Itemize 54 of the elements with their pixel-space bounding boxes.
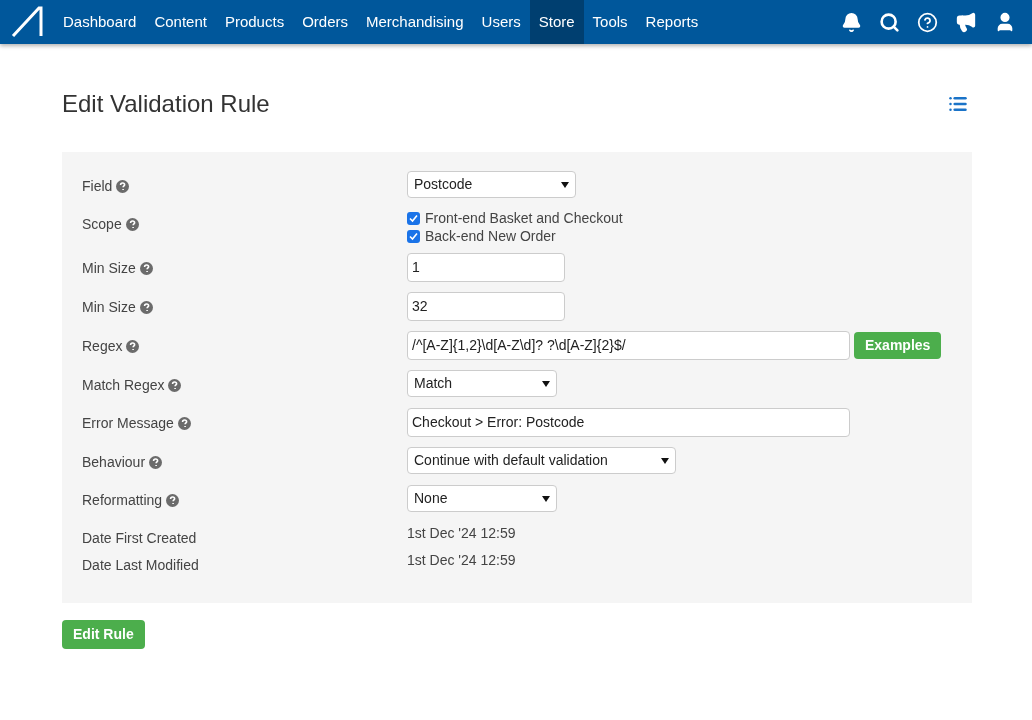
dropdown[interactable]: None: [407, 485, 557, 512]
input-field[interactable]: 32: [407, 292, 565, 321]
input-field[interactable]: 1: [407, 253, 565, 282]
nav-tab[interactable]: Store: [529, 0, 584, 44]
help-icon[interactable]: [168, 379, 182, 392]
list-icon[interactable]: [948, 94, 968, 114]
field-label: Error Message: [82, 414, 174, 433]
help-icon[interactable]: [139, 301, 153, 314]
nav-tab[interactable]: Content: [145, 0, 216, 44]
checkbox-label: Back-end New Order: [425, 227, 556, 245]
help-icon[interactable]: [126, 340, 140, 353]
megaphone-icon[interactable]: [955, 11, 977, 33]
caret-icon: [561, 181, 569, 188]
help-icon[interactable]: [166, 494, 180, 507]
help-icon[interactable]: [125, 218, 139, 231]
help-icon[interactable]: [149, 456, 163, 469]
date-value: 1st Dec '24 12:59: [407, 551, 516, 570]
field-label: Date First Created: [82, 529, 197, 548]
field-label: Min Size: [82, 259, 136, 278]
input-field[interactable]: /^[A-Z]{1,2}\d[A-Z\d]? ?\d[A-Z]{2}$/: [407, 331, 850, 360]
logo-icon[interactable]: [11, 6, 43, 38]
field-label: Regex: [82, 337, 123, 356]
caret-icon: [542, 380, 550, 387]
nav-tab[interactable]: Users: [472, 0, 530, 44]
nav-tab[interactable]: Dashboard: [54, 0, 146, 44]
nav-tab[interactable]: Tools: [583, 0, 637, 44]
nav-tab[interactable]: Merchandising: [357, 0, 473, 44]
dropdown[interactable]: Match: [407, 370, 557, 397]
caret-icon: [661, 457, 669, 464]
field-label: Behaviour: [82, 453, 146, 472]
field-label: Match Regex: [82, 376, 165, 395]
checkbox-label: Front-end Basket and Checkout: [425, 209, 623, 227]
dropdown[interactable]: Postcode: [407, 171, 576, 198]
input-field[interactable]: Checkout > Error: Postcode: [407, 408, 850, 437]
field-label: Reformatting: [82, 491, 163, 510]
nav-tab[interactable]: Reports: [636, 0, 708, 44]
checkbox[interactable]: [407, 211, 420, 225]
bell-icon[interactable]: [841, 11, 862, 33]
field-label: Date Last Modified: [82, 556, 199, 575]
page-title: Edit Validation Rule: [62, 89, 270, 119]
nav-tab[interactable]: Orders: [293, 0, 357, 44]
checkbox[interactable]: [407, 229, 420, 243]
help-icon[interactable]: [116, 180, 130, 193]
caret-icon: [542, 495, 550, 502]
field-label: Scope: [82, 215, 122, 234]
field-label: Field: [82, 177, 113, 196]
help-icon[interactable]: [177, 417, 191, 430]
date-value: 1st Dec '24 12:59: [407, 524, 516, 543]
help-icon[interactable]: [139, 262, 153, 275]
field-label: Min Size: [82, 298, 136, 317]
nav-tab[interactable]: Products: [215, 0, 294, 44]
help-icon[interactable]: [917, 11, 938, 33]
search-icon[interactable]: [879, 11, 900, 33]
dropdown[interactable]: Continue with default validation: [407, 447, 676, 474]
